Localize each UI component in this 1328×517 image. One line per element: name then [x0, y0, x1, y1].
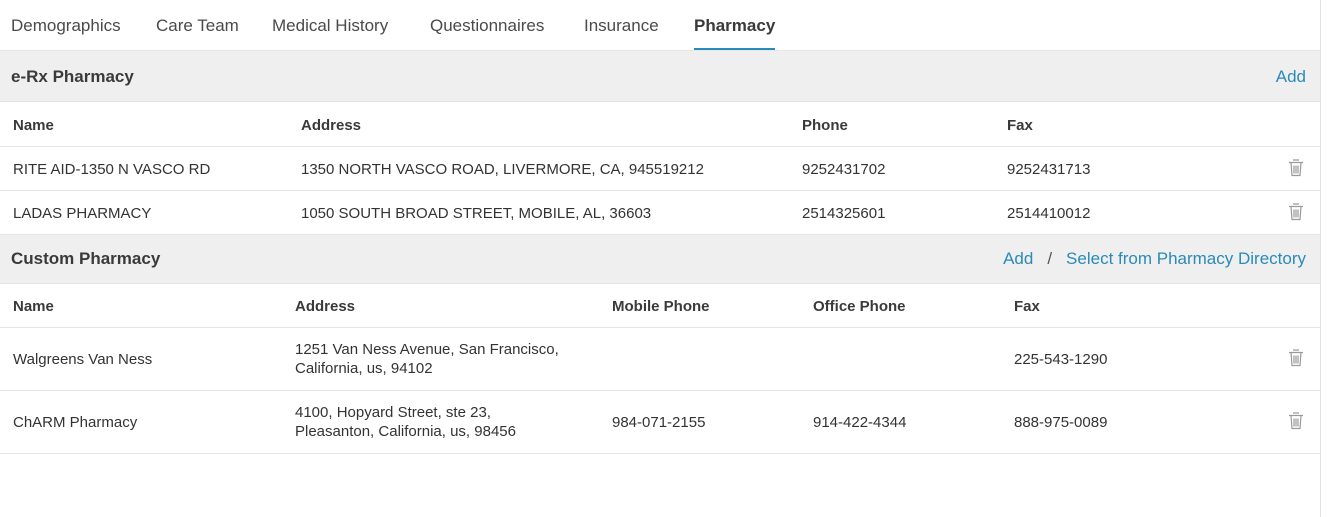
- erx-col-address: Address: [301, 117, 362, 134]
- trash-icon[interactable]: [1288, 412, 1304, 430]
- pharmacy-address: 1350 NORTH VASCO ROAD, LIVERMORE, CA, 94…: [301, 161, 704, 178]
- pharmacy-fax: 9252431713: [1007, 161, 1091, 178]
- table-row: RITE AID-1350 N VASCO RD 1350 NORTH VASC…: [0, 147, 1320, 191]
- pharmacy-name: Walgreens Van Ness: [13, 351, 153, 368]
- select-from-directory-link[interactable]: Select from Pharmacy Directory: [1066, 249, 1306, 268]
- trash-icon[interactable]: [1288, 159, 1304, 177]
- tab-pharmacy[interactable]: Pharmacy: [694, 0, 776, 50]
- custom-add-link[interactable]: Add: [1003, 249, 1033, 268]
- table-row: ChARM Pharmacy 4100, Hopyard Street, ste…: [0, 391, 1320, 454]
- custom-col-mobile-phone: Mobile Phone: [612, 298, 710, 315]
- pharmacy-fax: 2514410012: [1007, 205, 1091, 222]
- patient-tabs: Demographics Care Team Medical History Q…: [0, 0, 1320, 51]
- pharmacy-fax: 888-975-0089: [1014, 414, 1108, 431]
- erx-col-phone: Phone: [802, 117, 848, 134]
- custom-table-header: Name Address Mobile Phone Office Phone F…: [0, 284, 1320, 328]
- pharmacy-phone: 9252431702: [802, 161, 886, 178]
- trash-icon[interactable]: [1288, 349, 1304, 367]
- erx-add-link[interactable]: Add: [1276, 67, 1306, 86]
- erx-col-fax: Fax: [1007, 117, 1033, 134]
- panel-right-border: [1320, 0, 1321, 517]
- custom-col-fax: Fax: [1014, 298, 1040, 315]
- pharmacy-mobile-phone: 984-071-2155: [612, 414, 706, 431]
- tab-insurance[interactable]: Insurance: [584, 0, 659, 50]
- custom-pharmacy-title: Custom Pharmacy: [11, 249, 161, 268]
- pharmacy-address: 4100, Hopyard Street, ste 23, Pleasanton…: [295, 404, 516, 440]
- erx-col-name: Name: [13, 117, 54, 134]
- pharmacy-panel: Demographics Care Team Medical History Q…: [0, 0, 1320, 454]
- pharmacy-name: ChARM Pharmacy: [13, 414, 138, 431]
- erx-table-header: Name Address Phone Fax: [0, 102, 1320, 147]
- pharmacy-address: 1050 SOUTH BROAD STREET, MOBILE, AL, 366…: [301, 205, 652, 222]
- pharmacy-phone: 2514325601: [802, 205, 886, 222]
- tab-questionnaires[interactable]: Questionnaires: [430, 0, 544, 50]
- trash-icon[interactable]: [1288, 203, 1304, 221]
- erx-pharmacy-title: e-Rx Pharmacy: [11, 67, 134, 86]
- table-row: Walgreens Van Ness 1251 Van Ness Avenue,…: [0, 328, 1320, 391]
- pharmacy-office-phone: 914-422-4344: [813, 414, 907, 431]
- tab-care-team[interactable]: Care Team: [156, 0, 239, 50]
- custom-pharmacy-header: Custom Pharmacy Add / Select from Pharmacy…: [0, 235, 1320, 284]
- custom-col-address: Address: [295, 298, 356, 315]
- tab-demographics[interactable]: Demographics: [11, 0, 121, 50]
- custom-actions: Add / Select from Pharmacy Directory: [1003, 235, 1306, 283]
- pharmacy-name: LADAS PHARMACY: [13, 205, 152, 222]
- erx-pharmacy-header: e-Rx Pharmacy Add: [0, 51, 1320, 102]
- action-separator: /: [1047, 249, 1053, 268]
- tab-medical-history[interactable]: Medical History: [272, 0, 388, 50]
- pharmacy-address: 1251 Van Ness Avenue, San Francisco, Cal…: [295, 341, 559, 377]
- pharmacy-name: RITE AID-1350 N VASCO RD: [13, 161, 211, 178]
- custom-col-office-phone: Office Phone: [813, 298, 906, 315]
- erx-actions: Add: [1276, 51, 1306, 103]
- table-row: LADAS PHARMACY 1050 SOUTH BROAD STREET, …: [0, 191, 1320, 235]
- custom-col-name: Name: [13, 298, 54, 315]
- pharmacy-fax: 225-543-1290: [1014, 351, 1108, 368]
